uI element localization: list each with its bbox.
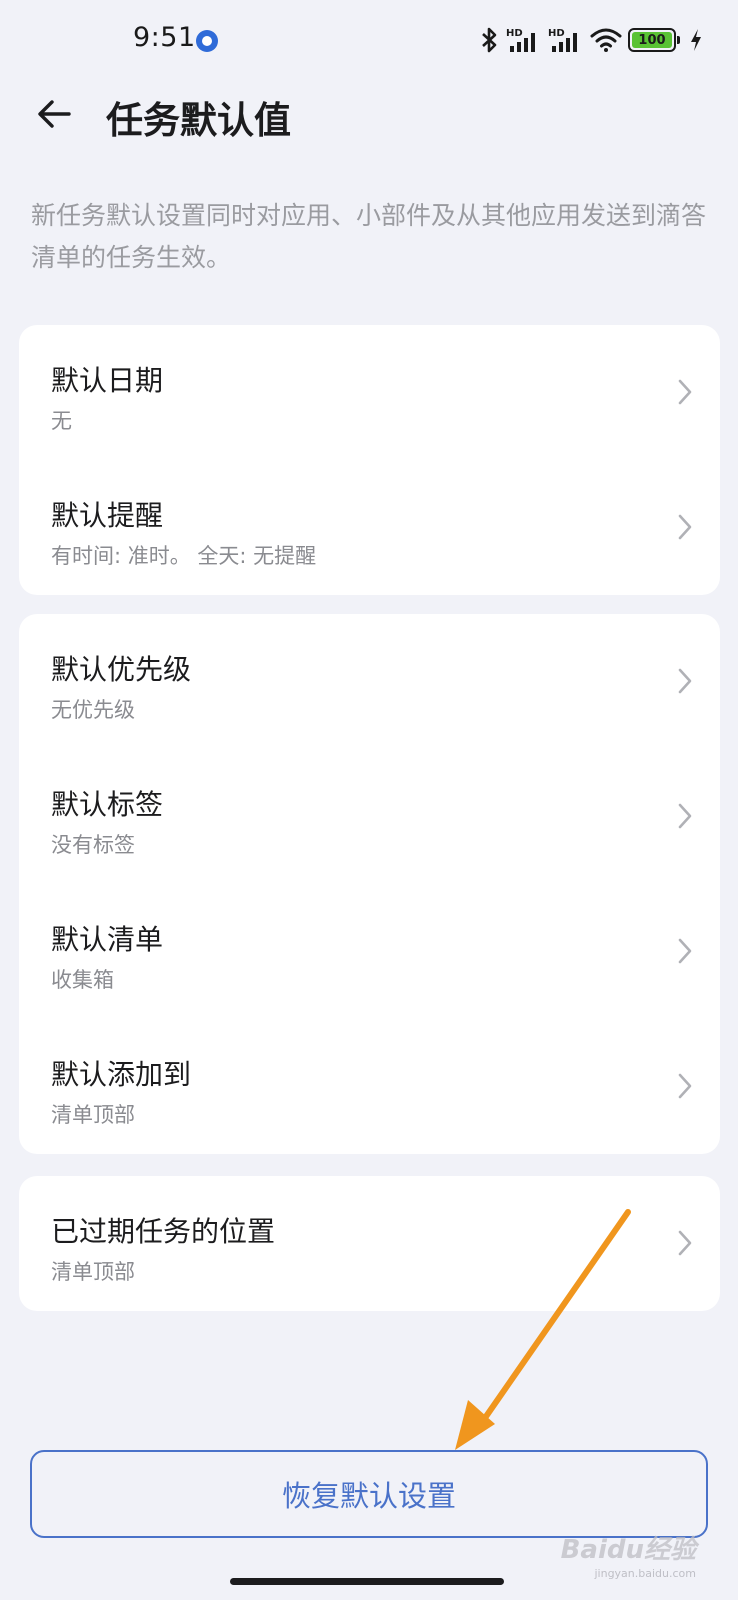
setting-title: 默认日期 xyxy=(51,364,164,397)
setting-value: 清单顶部 xyxy=(51,1260,135,1284)
setting-value: 有时间: 准时。 全天: 无提醒 xyxy=(51,544,317,568)
back-arrow-icon xyxy=(38,100,71,128)
settings-card-2: 默认优先级 无优先级 默认标签 没有标签 默认清单 收集箱 默认添加到 清单顶部 xyxy=(19,614,720,1154)
chevron-right-icon xyxy=(678,668,692,694)
screen: 9:51 HD HD 100 任务默认值 新任务默认设置同时对应用、小部件及从其… xyxy=(0,0,738,1600)
setting-value: 收集箱 xyxy=(51,968,114,992)
setting-row-default-list[interactable]: 默认清单 收集箱 xyxy=(19,884,720,1019)
chevron-right-icon xyxy=(678,938,692,964)
setting-value: 无优先级 xyxy=(51,698,135,722)
setting-value: 无 xyxy=(51,409,72,433)
setting-value: 清单顶部 xyxy=(51,1103,135,1127)
setting-title: 已过期任务的位置 xyxy=(51,1215,276,1248)
charging-icon xyxy=(691,29,701,51)
status-time: 9:51 xyxy=(133,22,196,53)
setting-title: 默认优先级 xyxy=(51,653,192,686)
setting-title: 默认清单 xyxy=(51,923,164,956)
setting-row-default-tags[interactable]: 默认标签 没有标签 xyxy=(19,749,720,884)
hd-label-2: HD xyxy=(548,28,565,39)
chevron-right-icon xyxy=(678,1230,692,1256)
watermark-logo: Baidu经验 xyxy=(560,1535,696,1565)
chevron-right-icon xyxy=(678,514,692,540)
wifi-icon xyxy=(590,28,622,52)
setting-value: 没有标签 xyxy=(51,833,135,857)
chevron-right-icon xyxy=(678,379,692,405)
setting-row-default-add-to[interactable]: 默认添加到 清单顶部 xyxy=(19,1019,720,1154)
watermark-url: jingyan.baidu.com xyxy=(594,1567,696,1580)
setting-row-default-date[interactable]: 默认日期 无 xyxy=(19,325,720,460)
restore-defaults-button[interactable]: 恢复默认设置 xyxy=(30,1450,708,1538)
app-notification-icon xyxy=(196,30,218,52)
setting-row-default-priority[interactable]: 默认优先级 无优先级 xyxy=(19,614,720,749)
settings-card-3: 已过期任务的位置 清单顶部 xyxy=(19,1176,720,1311)
battery-level: 100 xyxy=(632,32,672,48)
signal-hd-icon: HD xyxy=(506,28,535,52)
setting-row-default-reminder[interactable]: 默认提醒 有时间: 准时。 全天: 无提醒 xyxy=(19,460,720,595)
signal-hd-icon-2: HD xyxy=(548,28,577,52)
chevron-right-icon xyxy=(678,803,692,829)
status-icons: HD HD 100 xyxy=(478,24,704,56)
setting-title: 默认标签 xyxy=(51,788,164,821)
bluetooth-icon xyxy=(482,27,497,53)
battery-icon: 100 xyxy=(628,28,680,52)
chevron-right-icon xyxy=(678,1073,692,1099)
home-indicator[interactable] xyxy=(230,1578,504,1585)
setting-title: 默认添加到 xyxy=(51,1058,192,1091)
hd-label: HD xyxy=(506,28,523,39)
setting-row-overdue-position[interactable]: 已过期任务的位置 清单顶部 xyxy=(19,1176,720,1311)
page-title: 任务默认值 xyxy=(106,99,291,142)
settings-card-1: 默认日期 无 默认提醒 有时间: 准时。 全天: 无提醒 xyxy=(19,325,720,595)
back-button[interactable] xyxy=(30,86,78,142)
status-bar: 9:51 HD HD 100 xyxy=(0,0,738,80)
setting-title: 默认提醒 xyxy=(51,499,164,532)
description-text: 新任务默认设置同时对应用、小部件及从其他应用发送到滴答清单的任务生效。 xyxy=(31,201,707,272)
